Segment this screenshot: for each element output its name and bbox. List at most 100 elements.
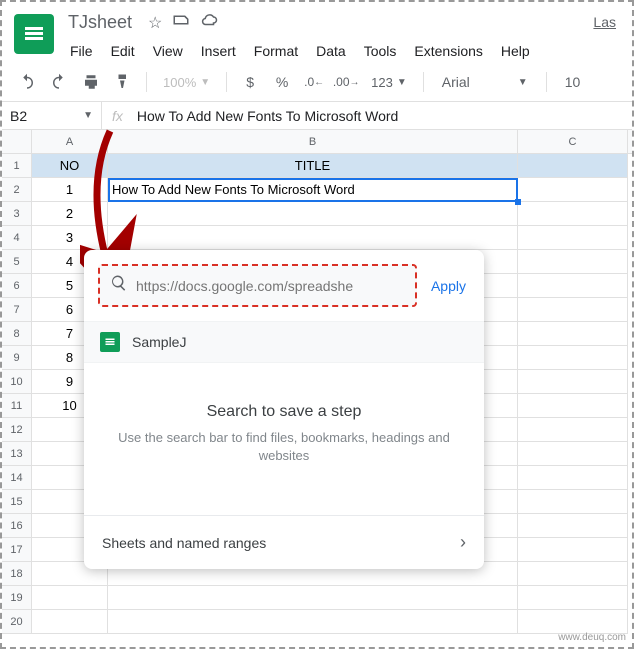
row-header[interactable]: 5 <box>2 250 32 274</box>
percent-button[interactable]: % <box>269 69 295 95</box>
result-label: SampleJ <box>132 334 186 350</box>
currency-button[interactable]: $ <box>237 69 263 95</box>
formula-content[interactable]: How To Add New Fonts To Microsoft Word <box>133 108 402 124</box>
row-header[interactable]: 4 <box>2 226 32 250</box>
cell[interactable] <box>518 274 628 298</box>
increase-decimal-button[interactable]: .00→ <box>333 69 359 95</box>
cell[interactable] <box>518 610 628 634</box>
sheets-logo[interactable] <box>14 14 54 54</box>
cell[interactable] <box>518 154 628 178</box>
cell[interactable] <box>518 466 628 490</box>
link-search-box[interactable] <box>98 264 417 307</box>
paint-format-button[interactable] <box>110 69 136 95</box>
link-search-input[interactable] <box>136 278 405 294</box>
cell[interactable] <box>518 298 628 322</box>
empty-title: Search to save a step <box>114 403 454 421</box>
star-icon[interactable]: ☆ <box>148 13 162 33</box>
cell[interactable] <box>518 250 628 274</box>
menu-edit[interactable]: Edit <box>103 39 143 63</box>
col-header-c[interactable]: C <box>518 130 628 153</box>
row-header[interactable]: 17 <box>2 538 32 562</box>
cell[interactable] <box>518 490 628 514</box>
cell[interactable] <box>518 562 628 586</box>
menu-tools[interactable]: Tools <box>356 39 405 63</box>
cell[interactable] <box>518 586 628 610</box>
row-header[interactable]: 16 <box>2 514 32 538</box>
apply-button[interactable]: Apply <box>427 272 470 300</box>
row-header[interactable]: 6 <box>2 274 32 298</box>
insert-link-popup: Apply SampleJ Search to save a step Use … <box>84 250 484 569</box>
cell[interactable]: How To Add New Fonts To Microsoft Word <box>108 178 518 202</box>
cell[interactable]: TITLE <box>108 154 518 178</box>
cell[interactable]: 2 <box>32 202 108 226</box>
search-icon <box>110 274 128 297</box>
redo-button[interactable] <box>46 69 72 95</box>
cell[interactable]: 1 <box>32 178 108 202</box>
row-header[interactable]: 9 <box>2 346 32 370</box>
print-button[interactable] <box>78 69 104 95</box>
empty-subtitle: Use the search bar to find files, bookma… <box>114 429 454 465</box>
cell[interactable] <box>32 610 108 634</box>
sheets-file-icon <box>100 332 120 352</box>
col-header-a[interactable]: A <box>32 130 108 153</box>
row-header[interactable]: 7 <box>2 298 32 322</box>
cell[interactable]: 3 <box>32 226 108 250</box>
row-header[interactable]: 14 <box>2 466 32 490</box>
doc-title[interactable]: TJsheet <box>62 10 138 35</box>
menu-view[interactable]: View <box>145 39 191 63</box>
cell[interactable] <box>108 202 518 226</box>
cell[interactable] <box>518 370 628 394</box>
cell[interactable] <box>108 610 518 634</box>
cell[interactable] <box>518 418 628 442</box>
cell[interactable] <box>518 394 628 418</box>
cell[interactable] <box>518 322 628 346</box>
menu-extensions[interactable]: Extensions <box>406 39 490 63</box>
cell[interactable] <box>518 202 628 226</box>
fx-icon: fx <box>102 108 133 124</box>
row-header[interactable]: 20 <box>2 610 32 634</box>
cell[interactable] <box>518 226 628 250</box>
cell[interactable]: NO <box>32 154 108 178</box>
name-box[interactable]: B2▼ <box>2 102 102 129</box>
row-header[interactable]: 1 <box>2 154 32 178</box>
row-header[interactable]: 11 <box>2 394 32 418</box>
menu-data[interactable]: Data <box>308 39 354 63</box>
undo-button[interactable] <box>14 69 40 95</box>
row-header[interactable]: 3 <box>2 202 32 226</box>
sheets-ranges-button[interactable]: Sheets and named ranges › <box>84 515 484 569</box>
col-header-b[interactable]: B <box>108 130 518 153</box>
number-format-dropdown[interactable]: 123▼ <box>365 75 413 90</box>
last-edit-link[interactable]: Las <box>589 10 620 34</box>
cell[interactable] <box>32 586 108 610</box>
row-header[interactable]: 19 <box>2 586 32 610</box>
row-header[interactable]: 10 <box>2 370 32 394</box>
move-icon[interactable] <box>172 11 190 34</box>
menu-insert[interactable]: Insert <box>193 39 244 63</box>
menu-help[interactable]: Help <box>493 39 538 63</box>
row-header[interactable]: 12 <box>2 418 32 442</box>
menu-format[interactable]: Format <box>246 39 306 63</box>
row-header[interactable]: 15 <box>2 490 32 514</box>
select-all-corner[interactable] <box>2 130 32 154</box>
row-header[interactable]: 2 <box>2 178 32 202</box>
font-size[interactable]: 10 <box>557 74 589 90</box>
cell[interactable] <box>108 586 518 610</box>
empty-state: Search to save a step Use the search bar… <box>84 363 484 515</box>
decrease-decimal-button[interactable]: .0← <box>301 69 327 95</box>
toolbar: 100% ▼ $ % .0← .00→ 123▼ Arial▼ 10 <box>2 63 632 102</box>
search-result-item[interactable]: SampleJ <box>84 321 484 363</box>
cloud-icon[interactable] <box>200 11 218 34</box>
cell[interactable] <box>518 346 628 370</box>
cell[interactable] <box>518 178 628 202</box>
row-header[interactable]: 8 <box>2 322 32 346</box>
menu-file[interactable]: File <box>62 39 101 63</box>
cell[interactable] <box>518 514 628 538</box>
font-dropdown[interactable]: Arial▼ <box>434 74 536 90</box>
cell[interactable] <box>108 226 518 250</box>
zoom-dropdown[interactable]: 100% ▼ <box>157 75 216 90</box>
cell[interactable] <box>518 442 628 466</box>
cell[interactable] <box>518 538 628 562</box>
formula-bar: B2▼ fx How To Add New Fonts To Microsoft… <box>2 102 632 130</box>
row-header[interactable]: 18 <box>2 562 32 586</box>
row-header[interactable]: 13 <box>2 442 32 466</box>
